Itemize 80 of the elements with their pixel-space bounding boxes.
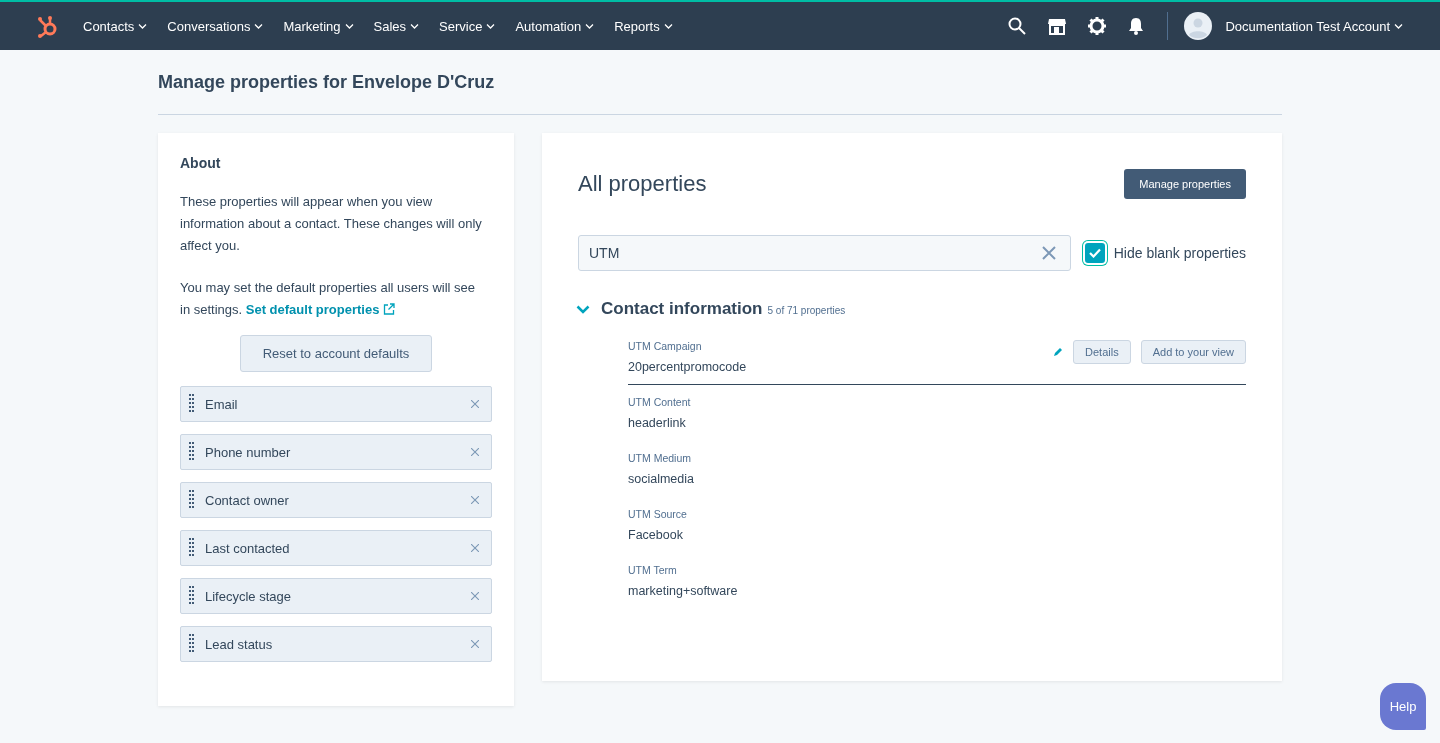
check-icon (1088, 248, 1101, 258)
page-title: Manage properties for Envelope D'Cruz (158, 71, 496, 94)
properties-heading: All properties (578, 171, 707, 197)
search-field[interactable]: UTM (578, 235, 1071, 271)
property-row[interactable]: UTM Medium socialmedia (628, 449, 1246, 497)
property-label: UTM Medium (628, 452, 692, 464)
property-row[interactable]: UTM Term marketing+software (628, 561, 1246, 609)
avatar-icon (1184, 12, 1213, 40)
property-chip[interactable]: Lifecycle stage (180, 578, 492, 614)
chevron-icon[interactable] (576, 304, 590, 314)
drag-handle-icon (189, 586, 194, 606)
search-icon (1008, 17, 1027, 35)
remove-icon (471, 496, 479, 504)
property-value: headerlink (628, 416, 687, 430)
storefront-icon (1048, 17, 1067, 35)
property-chip[interactable]: Lead status (180, 626, 492, 662)
add-to-view-button[interactable]: Add to your view (1140, 340, 1246, 364)
about-text: You may set the default properties all users will see in settings. Set default properties (180, 279, 477, 319)
nav-menu[interactable]: Conversations (160, 18, 271, 34)
chip-label: Last contacted (205, 540, 291, 556)
property-value: 20percentpromocode (628, 360, 747, 374)
account-menu[interactable]: Documentation Test Account (1218, 18, 1410, 34)
remove-icon (471, 640, 479, 648)
clear-icon (1041, 246, 1056, 260)
pencil-icon (1053, 347, 1064, 357)
property-value: socialmedia (628, 472, 694, 486)
drag-handle-icon (189, 394, 194, 414)
caret-icon (254, 22, 264, 30)
caret-icon (1394, 22, 1403, 30)
about-text: These properties will appear when you view information about a contact. These changes will only affect you. (180, 193, 483, 255)
settings-icon (1088, 17, 1107, 35)
chip-label: Phone number (205, 444, 292, 460)
chip-label: Lifecycle stage (205, 588, 292, 604)
caret-icon (410, 22, 420, 30)
property-chip[interactable]: Email (180, 386, 492, 422)
property-value: Facebook (628, 528, 684, 542)
caret-icon (585, 22, 595, 30)
chip-label: Contact owner (205, 492, 290, 508)
chip-label: Email (205, 396, 239, 412)
property-chip[interactable]: Phone number (180, 434, 492, 470)
property-count: 5 of 71 properties (767, 305, 846, 316)
property-value: marketing+software (628, 584, 738, 598)
property-chip[interactable]: Contact owner (180, 482, 492, 518)
remove-icon (471, 544, 479, 552)
caret-icon (663, 22, 673, 30)
chip-label: Lead status (205, 636, 274, 652)
nav-menu[interactable]: Contacts (76, 18, 155, 34)
property-row[interactable]: UTM Campaign 20percentpromocode Details Add to your view (628, 337, 1246, 385)
hide-blank-checkbox[interactable]: Hide blank properties (1084, 243, 1246, 263)
caret-icon (344, 22, 354, 30)
property-label: UTM Campaign (628, 340, 703, 352)
nav-menu[interactable]: Automation (508, 18, 602, 34)
reset-button[interactable]: Reset to account defaults (239, 335, 433, 372)
property-label: UTM Term (628, 564, 678, 576)
property-row[interactable]: UTM Content headerlink (628, 393, 1246, 441)
property-chip[interactable]: Last contacted (180, 530, 492, 566)
drag-handle-icon (189, 442, 194, 462)
set-default-properties-link[interactable]: Set default properties (245, 302, 395, 317)
nav-menu[interactable]: Reports (607, 18, 680, 34)
property-label: UTM Content (628, 396, 691, 408)
drag-handle-icon (189, 538, 194, 558)
about-heading: About (180, 155, 222, 171)
drag-handle-icon (189, 490, 194, 510)
nav-menu[interactable]: Service (432, 18, 503, 34)
property-row[interactable]: UTM Source Facebook (628, 505, 1246, 553)
caret-icon (486, 22, 496, 30)
nav-menu[interactable]: Sales (366, 18, 427, 34)
nav-menu[interactable]: Marketing (276, 18, 361, 34)
help-button[interactable]: Help (1380, 683, 1426, 730)
external-link-icon (383, 303, 395, 315)
remove-icon (471, 592, 479, 600)
manage-properties-button[interactable]: Manage properties (1124, 169, 1246, 199)
details-button[interactable]: Details (1073, 340, 1131, 364)
remove-icon (471, 448, 479, 456)
drag-handle-icon (189, 634, 194, 654)
section-title[interactable]: Contact information (601, 299, 763, 319)
remove-icon (471, 400, 479, 408)
bell-icon (1128, 17, 1145, 35)
property-label: UTM Source (628, 508, 687, 520)
caret-icon (138, 22, 148, 30)
